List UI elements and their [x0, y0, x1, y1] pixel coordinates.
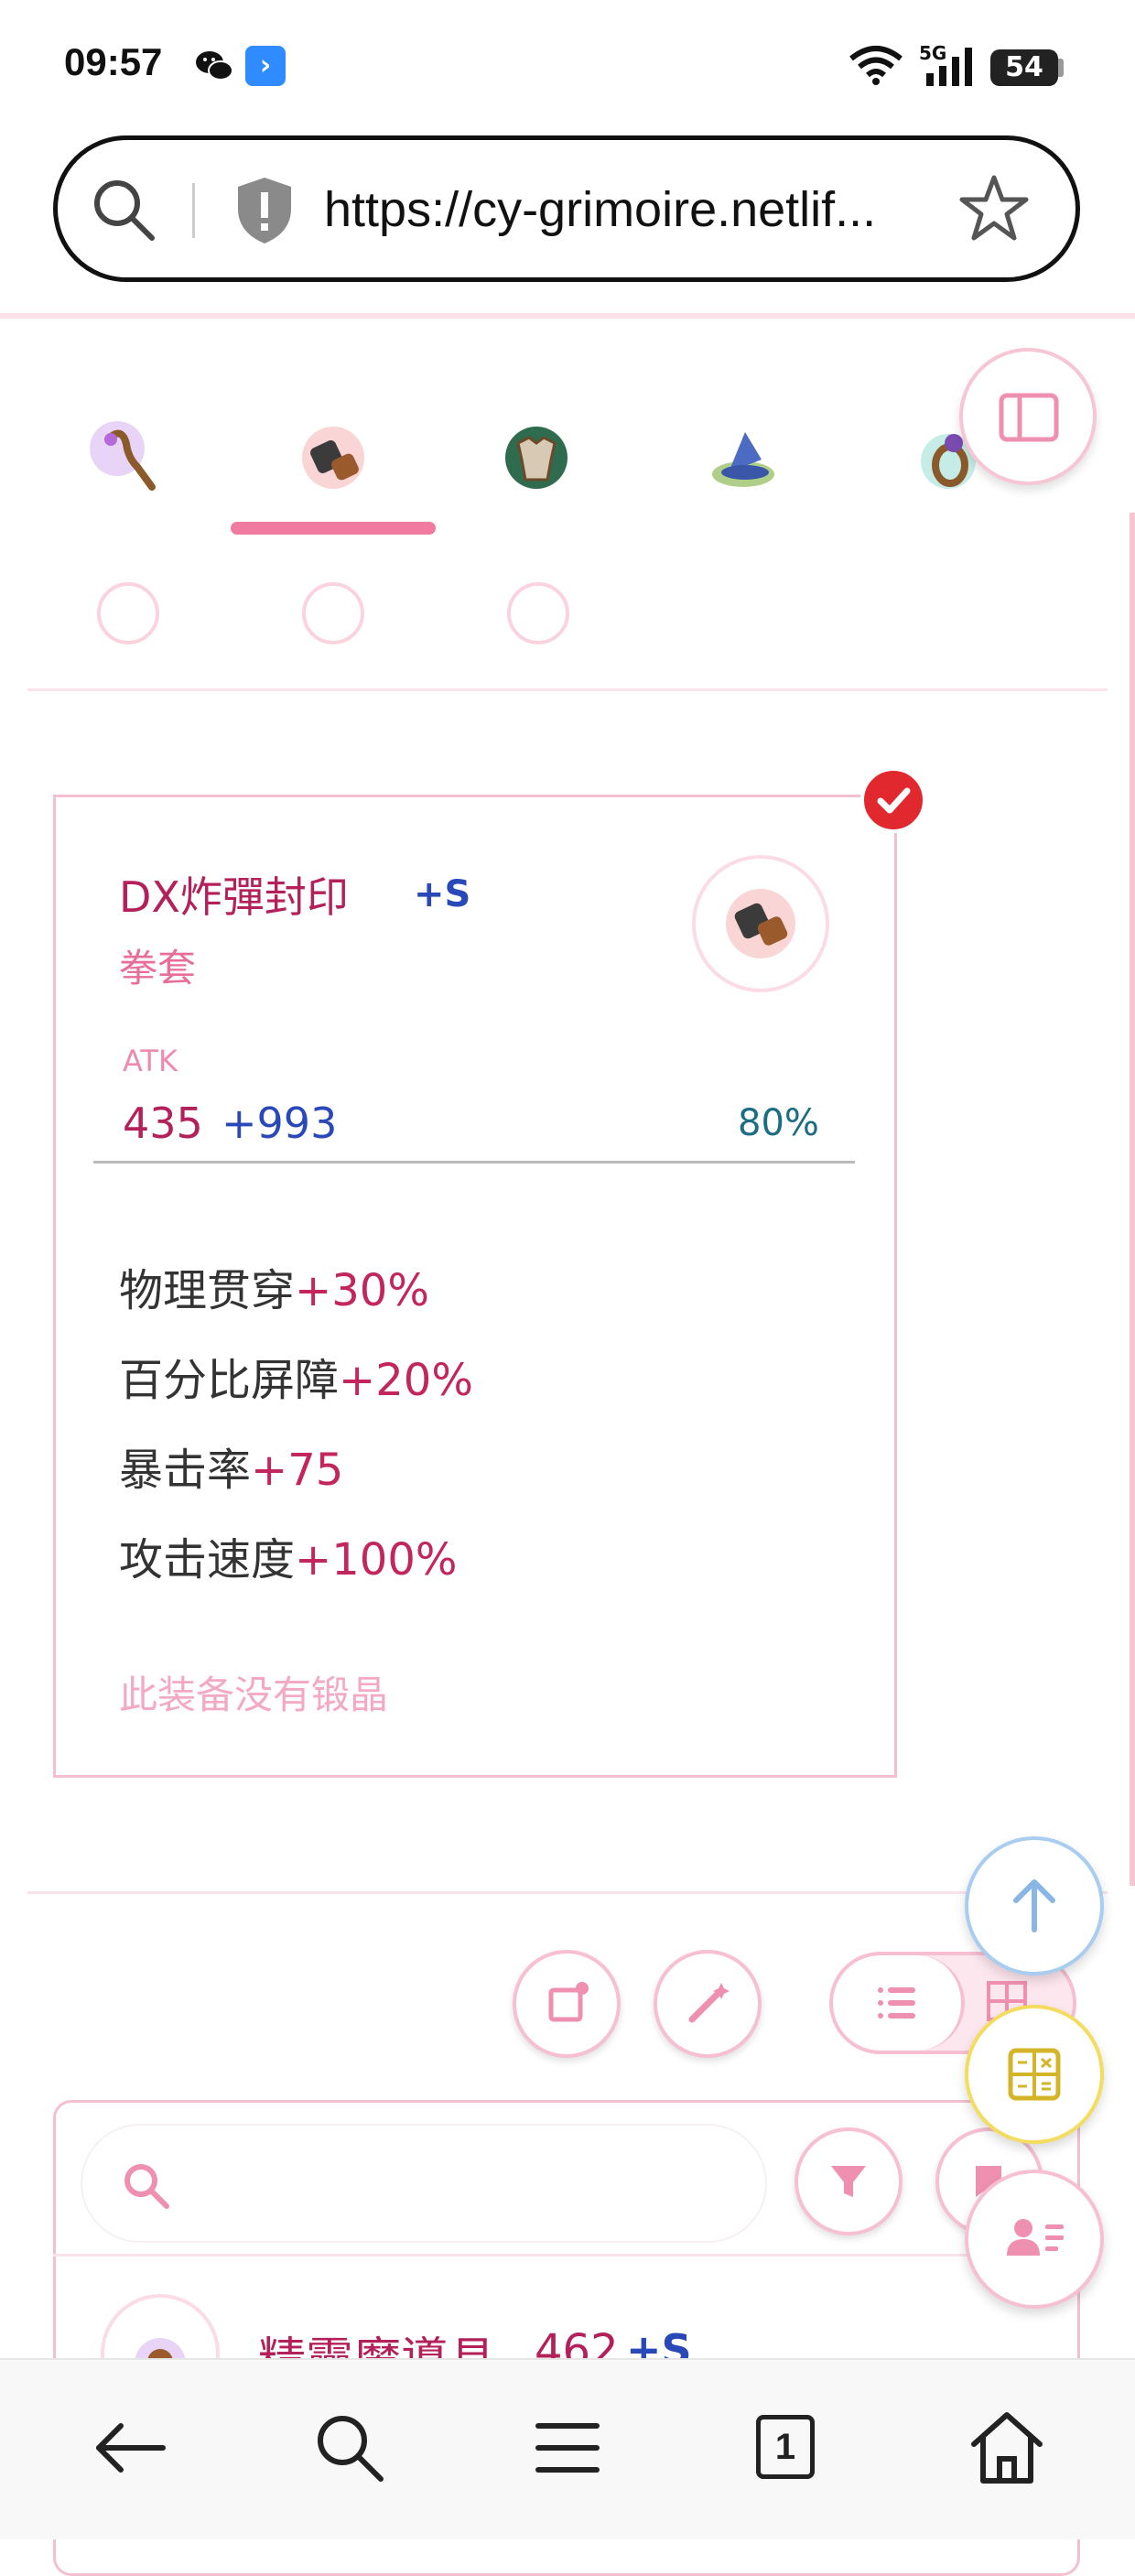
list-icon	[878, 1987, 915, 2019]
section-divider	[27, 1891, 1108, 1894]
bookmark-star-icon[interactable]	[957, 172, 1031, 245]
stat-value: +30%	[295, 1265, 429, 1316]
slot-1-radio[interactable]	[97, 582, 159, 644]
search-icon	[318, 2416, 384, 2482]
staff-icon	[90, 421, 156, 491]
user-card-icon	[1007, 2219, 1064, 2256]
atk-bonus-value: +993	[222, 1099, 338, 1148]
atk-label: ATK	[123, 1044, 178, 1078]
stat-value: +75	[251, 1445, 344, 1496]
tab-staff[interactable]	[81, 412, 172, 503]
search-nav-button[interactable]	[306, 2404, 394, 2492]
menu-icon	[535, 2423, 600, 2473]
signal-icon	[923, 48, 974, 90]
notification-app-icon: ›	[245, 46, 286, 86]
scroll-to-top-button[interactable]	[965, 1836, 1104, 1975]
armor-icon	[505, 427, 568, 489]
item-refine: +S	[414, 873, 471, 915]
calculator-button[interactable]	[965, 2005, 1104, 2144]
stat-name: 暴击率	[119, 1445, 252, 1496]
hat-icon	[712, 432, 774, 487]
tab-selected-indicator	[231, 522, 436, 535]
item-thumbnail	[692, 855, 829, 992]
slot-2-radio[interactable]	[302, 582, 364, 644]
sidebar-toggle-button[interactable]	[959, 348, 1097, 485]
item-type: 拳套	[119, 946, 197, 990]
section-divider	[27, 688, 1108, 691]
wechat-icon	[194, 48, 234, 88]
character-profile-button[interactable]	[965, 2170, 1104, 2309]
page-scrollbar[interactable]	[1130, 513, 1135, 1886]
no-crystal-note: 此装备没有锻晶	[119, 1672, 389, 1717]
wifi-icon	[848, 44, 904, 90]
url-text[interactable]: https://cy-grimoire.netlif...	[324, 181, 876, 238]
selected-check-icon	[860, 767, 926, 833]
tab-count: 1	[774, 2427, 796, 2467]
shield-icon[interactable]	[234, 176, 295, 245]
new-note-button[interactable]	[513, 1950, 621, 2058]
stat-row: 百分比屏障+20%	[119, 1344, 473, 1408]
tab-knuckle[interactable]	[287, 412, 379, 503]
stat-value: +100%	[295, 1534, 458, 1586]
slot-3-radio[interactable]	[507, 582, 569, 644]
note-add-icon	[548, 1982, 589, 2022]
battery-tip	[1058, 59, 1064, 77]
filter-icon	[831, 2166, 866, 2197]
tab-hat[interactable]	[697, 412, 789, 503]
back-button[interactable]	[86, 2404, 174, 2492]
stat-name: 百分比屏障	[119, 1355, 340, 1406]
status-clock: 09:57	[64, 40, 163, 83]
search-icon	[124, 2164, 169, 2209]
knuckle-icon	[302, 427, 364, 489]
tab-armor[interactable]	[491, 412, 582, 503]
sidebar-panel-icon	[999, 393, 1059, 442]
stat-row: 物理贯穿+30%	[119, 1254, 429, 1318]
home-icon	[971, 2412, 1043, 2484]
filter-button[interactable]	[794, 2127, 903, 2235]
stat-name: 物理贯穿	[119, 1265, 296, 1316]
tabs-icon: 1	[756, 2415, 815, 2479]
item-search-field[interactable]	[81, 2124, 767, 2243]
home-button[interactable]	[963, 2404, 1051, 2492]
search-icon[interactable]	[88, 174, 157, 244]
stat-row: 攻击速度+100%	[119, 1523, 457, 1587]
search-input[interactable]	[192, 2153, 745, 2215]
calculator-icon	[1008, 2048, 1061, 2101]
page-top-divider	[0, 313, 1135, 319]
atk-base-value: 435	[123, 1099, 203, 1148]
atk-percent: 80%	[738, 1102, 819, 1144]
arrow-up-icon	[1013, 1879, 1055, 1932]
stat-value: +20%	[339, 1355, 473, 1406]
url-divider	[192, 183, 195, 238]
knuckle-icon	[726, 889, 795, 958]
battery-level: 54	[990, 49, 1058, 86]
tabs-button[interactable]: 1	[741, 2404, 829, 2492]
atk-divider	[93, 1161, 855, 1164]
back-arrow-icon	[96, 2423, 166, 2473]
stat-name: 攻击速度	[119, 1534, 296, 1586]
edit-button[interactable]	[654, 1950, 762, 2058]
menu-button[interactable]	[524, 2404, 611, 2492]
stat-row: 暴击率+75	[119, 1434, 343, 1498]
item-name: DX炸彈封印	[119, 872, 349, 922]
panel-divider	[53, 2254, 1080, 2257]
list-view-button[interactable]	[833, 1955, 965, 2051]
magic-wand-icon	[688, 1983, 730, 2023]
